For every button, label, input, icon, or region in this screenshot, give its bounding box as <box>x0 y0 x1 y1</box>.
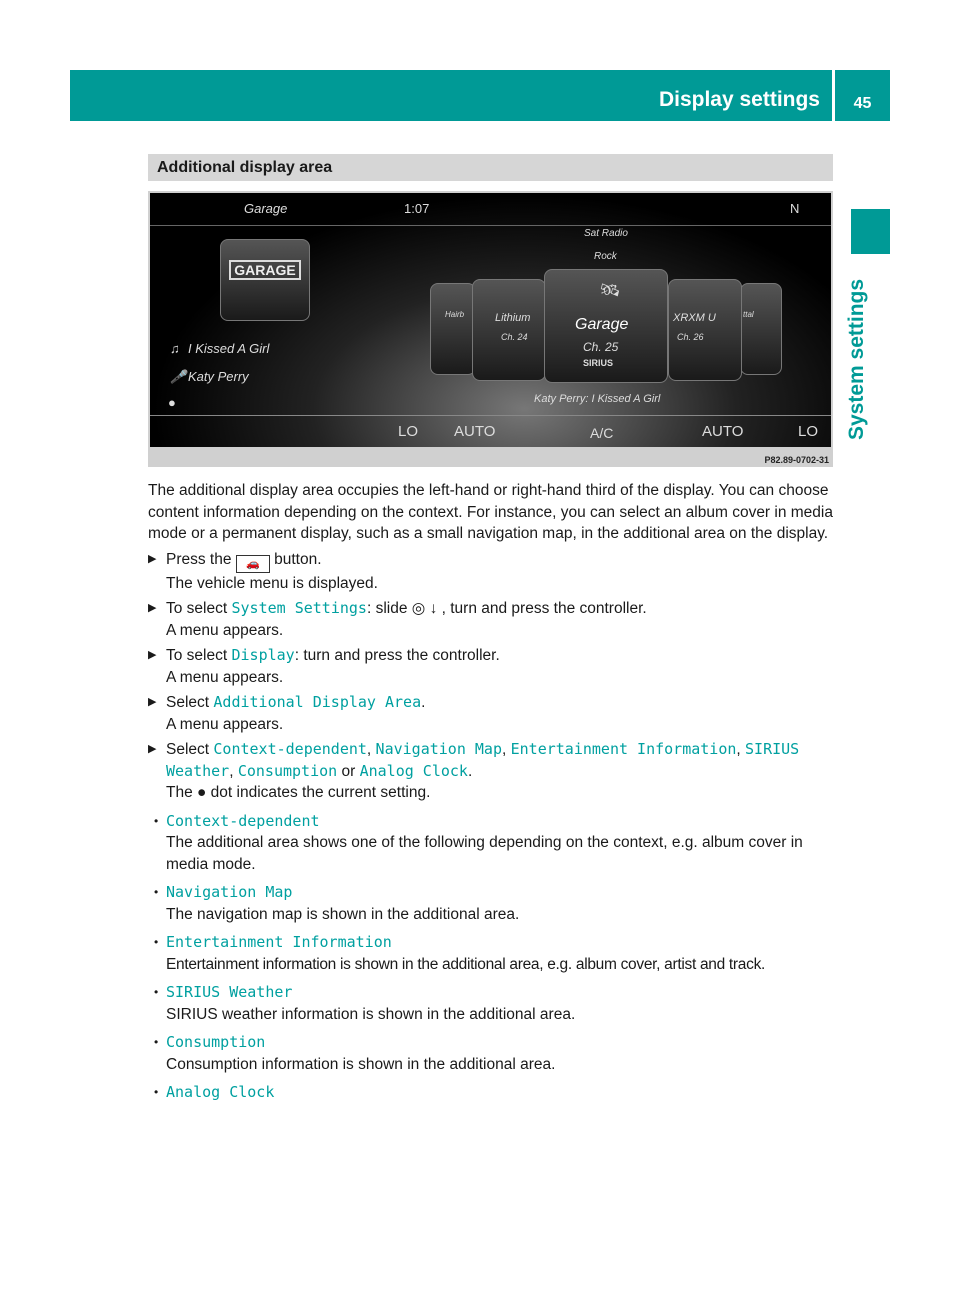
right-station: XRXM U <box>673 312 716 324</box>
album-cover: GARAGE <box>220 239 310 321</box>
step: Select Context-dependent, Navigation Map… <box>148 739 834 804</box>
side-tab-label: System settings <box>845 278 868 440</box>
intro: The additional display area occupies the… <box>148 482 833 542</box>
far-left-station: Hairb <box>445 310 465 319</box>
vehicle-button-icon: 🚗 <box>235 554 270 573</box>
option-item: Entertainment Information <box>148 932 834 954</box>
far-right-station: ttal <box>743 310 754 319</box>
sirius-logo: SIRIUS <box>583 358 614 368</box>
microphone-icon: 🎤 <box>170 369 187 384</box>
climate-left-fan[interactable]: AUTO <box>454 423 495 440</box>
step: Select Additional Display Area.A menu ap… <box>148 692 834 735</box>
figure-caption: P82.89-0702-31 <box>764 455 829 465</box>
time: 1:07 <box>404 201 430 216</box>
option-desc: The navigation map is shown in the addit… <box>166 905 520 923</box>
center-station: Garage <box>575 316 629 333</box>
option-item: Analog Clock <box>148 1082 834 1104</box>
disc-icon: ● <box>168 395 176 410</box>
climate-right-temp[interactable]: LO <box>798 423 818 440</box>
page-number: 45 <box>835 70 890 121</box>
genre-label: Rock <box>594 251 617 262</box>
side-tab <box>851 209 890 254</box>
climate-right-fan[interactable]: AUTO <box>702 423 743 440</box>
option-desc: SIRIUS weather information is shown in t… <box>166 1005 576 1023</box>
left-station: Lithium <box>495 312 531 324</box>
now-playing: Katy Perry: I Kissed A Girl <box>534 393 661 405</box>
artist-name: Katy Perry <box>188 369 249 384</box>
band-label: Sat Radio <box>584 228 628 239</box>
section-title: Additional display area <box>148 154 833 181</box>
page-header: Display settings <box>70 70 832 121</box>
climate-ac[interactable]: A/C <box>590 425 613 441</box>
track-title: I Kissed A Girl <box>188 341 270 356</box>
step: To select System Settings: slide ◎ ↓ , t… <box>148 598 834 641</box>
music-note-icon: ♫ <box>170 341 180 356</box>
climate-left-temp[interactable]: LO <box>398 423 418 440</box>
display-screenshot: Garage 1:07 N GARAGE Sat Radio Rock Hair… <box>148 191 833 467</box>
compass: N <box>790 201 800 216</box>
left-channel: Ch. 24 <box>501 332 528 342</box>
header-title: Display settings <box>658 88 820 111</box>
option-desc: Consumption information is shown in the … <box>166 1055 556 1073</box>
source-label: Garage <box>244 201 288 216</box>
body-text: The additional display area occupies the… <box>148 480 834 1104</box>
satellite-icon: 🛰 <box>597 280 620 300</box>
step: To select Display: turn and press the co… <box>148 645 834 688</box>
step: Press the 🚗 button.The vehicle menu is d… <box>148 549 834 595</box>
option-item: Consumption <box>148 1032 834 1054</box>
center-channel: Ch. 25 <box>583 340 619 354</box>
option-desc: Entertainment information is shown in th… <box>166 955 766 973</box>
option-item: Navigation Map <box>148 882 834 904</box>
right-channel: Ch. 26 <box>677 332 704 342</box>
option-item: SIRIUS Weather <box>148 982 834 1004</box>
selected-station-card[interactable]: 🛰 Garage Ch. 25 SIRIUS <box>544 269 668 383</box>
option-desc: The additional area shows one of the fol… <box>166 834 803 873</box>
option-item: Context-dependent <box>148 811 834 833</box>
